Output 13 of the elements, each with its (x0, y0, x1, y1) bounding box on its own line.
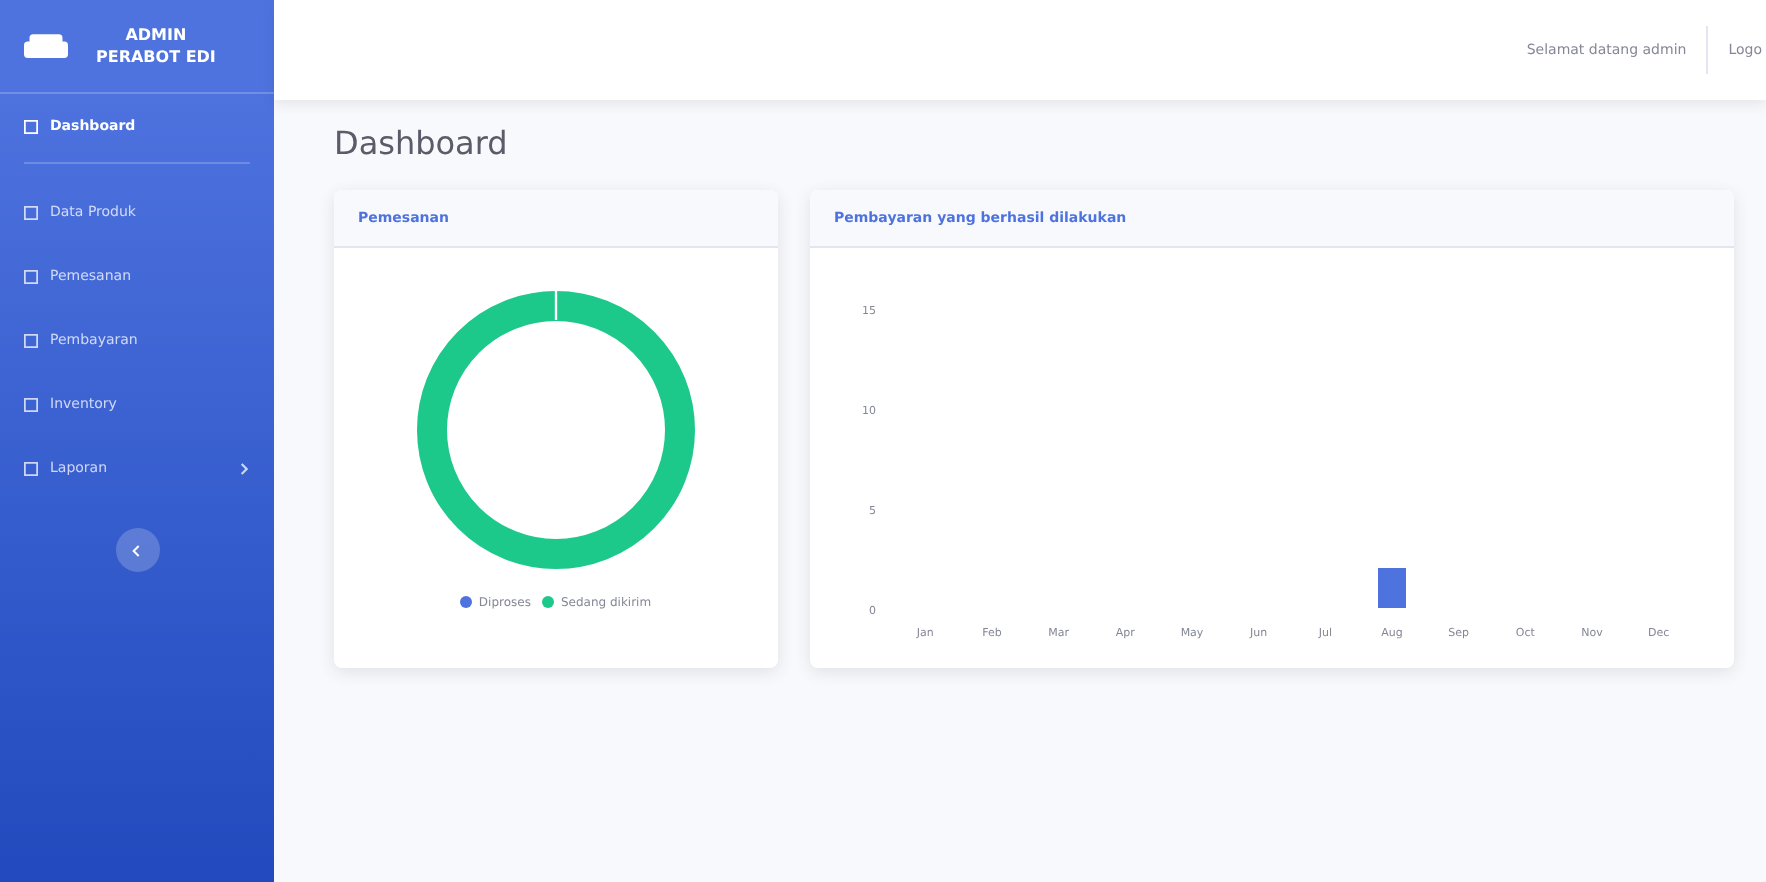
chevron-icon (132, 543, 142, 557)
page-icon (24, 269, 38, 283)
brand-name: ADMIN PERABOT EDI (96, 24, 216, 68)
bar (1378, 568, 1406, 608)
page-icon (24, 205, 38, 219)
page-icon (24, 397, 38, 411)
page-icon (24, 333, 38, 347)
sidebar-toggle[interactable] (115, 528, 159, 572)
sofa-icon (24, 31, 68, 61)
page-icon (24, 461, 38, 475)
chevron-icon (240, 461, 250, 475)
page-title: Dashboard (334, 124, 510, 162)
page-icon (24, 119, 38, 133)
